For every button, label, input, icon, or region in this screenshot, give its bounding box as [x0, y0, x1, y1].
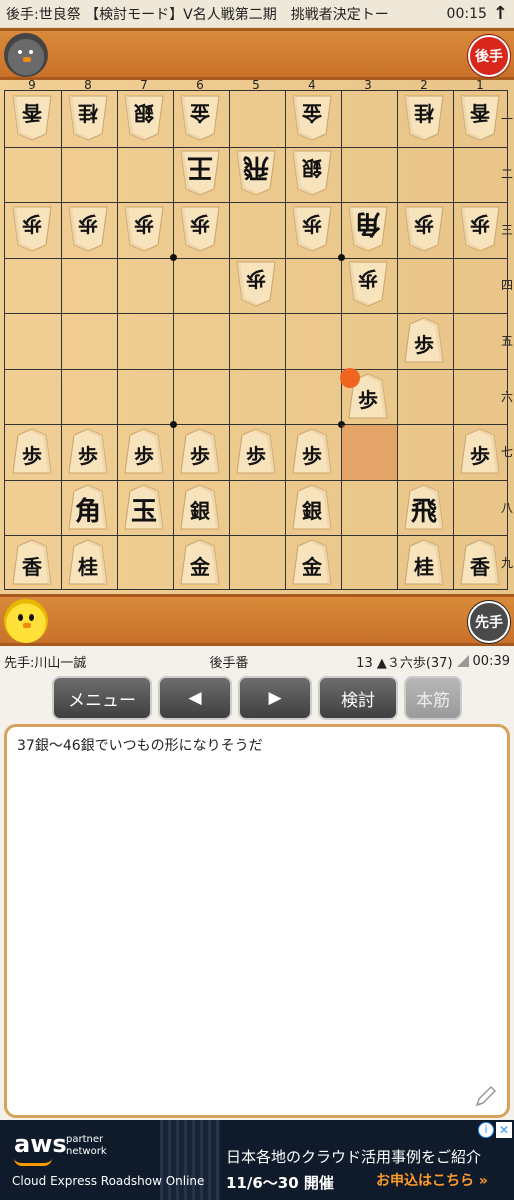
sente-piece[interactable]: 飛: [404, 484, 444, 530]
yellow-chick-icon: [4, 599, 48, 643]
sente-piece[interactable]: 歩: [404, 317, 444, 363]
gote-piece[interactable]: 香: [12, 95, 52, 141]
sente-piece[interactable]: 桂: [68, 539, 108, 585]
sente-piece[interactable]: 香: [12, 539, 52, 585]
gote-player-bar: 後手: [0, 28, 514, 80]
comment-panel[interactable]: 37銀〜46銀でいつもの形になりそうだ: [4, 724, 510, 1118]
gote-piece[interactable]: 歩: [404, 206, 444, 252]
comment-text: 37銀〜46銀でいつもの形になりそうだ: [17, 738, 263, 754]
gote-piece[interactable]: 銀: [292, 150, 332, 196]
last-move-from-square: [342, 425, 397, 480]
gote-piece[interactable]: 歩: [68, 206, 108, 252]
shogi-board[interactable]: 987654321一二三四五六七八九 香桂銀金金桂香王飛銀歩歩歩歩歩角歩歩歩歩歩…: [0, 78, 514, 594]
move-label: 13 ▲３六歩(37): [356, 655, 453, 671]
sente-piece[interactable]: 歩: [460, 428, 500, 474]
sente-piece[interactable]: 歩: [292, 428, 332, 474]
sente-piece[interactable]: 銀: [180, 484, 220, 530]
gote-piece[interactable]: 歩: [180, 206, 220, 252]
info-line: 先手:川山一誠 後手番 13 ▲３六歩(37) 00:39: [0, 650, 514, 672]
status-bar: 後手:世良祭 【検討モード】V名人戦第二期 挑戦者決定トー 00:15 ↑: [0, 0, 514, 28]
sente-piece[interactable]: 歩: [68, 428, 108, 474]
gote-piece[interactable]: 金: [292, 95, 332, 141]
game-title: 後手:世良祭 【検討モード】V名人戦第二期 挑戦者決定トー: [6, 6, 389, 23]
aws-smile-icon: [14, 1158, 52, 1166]
gote-piece[interactable]: 金: [180, 95, 220, 141]
gray-bird-icon: [4, 33, 48, 77]
ad-close-icon[interactable]: ✕: [496, 1122, 512, 1138]
last-move-marker: [340, 367, 360, 388]
sente-piece[interactable]: 桂: [404, 539, 444, 585]
ad-banner[interactable]: aws partner network Cloud Express Roadsho…: [0, 1120, 514, 1200]
sente-piece[interactable]: 歩: [12, 428, 52, 474]
sente-player-bar: 先手: [0, 594, 514, 646]
gote-badge: 後手: [468, 35, 510, 77]
gote-piece[interactable]: 歩: [292, 206, 332, 252]
star-point: [169, 254, 177, 262]
sente-piece[interactable]: 歩: [124, 428, 164, 474]
star-point: [337, 254, 345, 262]
ad-cta-link[interactable]: お申込はこちら »: [376, 1170, 488, 1190]
star-point: [169, 420, 177, 428]
gote-piece[interactable]: 王: [180, 150, 220, 196]
gote-piece[interactable]: 角: [348, 206, 388, 252]
scroll-up-icon[interactable]: ↑: [493, 3, 508, 24]
mainline-button[interactable]: 本筋: [404, 676, 462, 720]
next-move-button[interactable]: ▶: [238, 676, 312, 720]
sente-badge: 先手: [468, 601, 510, 643]
gote-piece[interactable]: 歩: [12, 206, 52, 252]
sente-piece[interactable]: 香: [460, 539, 500, 585]
sente-piece[interactable]: 歩: [236, 428, 276, 474]
ad-event-name: Cloud Express Roadshow Online: [12, 1174, 205, 1188]
gote-piece[interactable]: 歩: [124, 206, 164, 252]
sente-name: 先手:川山一誠: [4, 655, 87, 671]
ad-info-icon[interactable]: i: [478, 1122, 494, 1138]
gote-clock: 00:15: [446, 5, 487, 22]
analyze-button[interactable]: 検討: [318, 676, 398, 720]
ad-decoration: [160, 1120, 220, 1200]
gote-piece[interactable]: 銀: [124, 95, 164, 141]
pencil-icon[interactable]: [473, 1083, 499, 1109]
gote-piece[interactable]: 桂: [68, 95, 108, 141]
sente-piece[interactable]: 歩: [180, 428, 220, 474]
ad-headline: 日本各地のクラウド活用事例をご紹介: [226, 1148, 482, 1166]
prev-move-button[interactable]: ◀: [158, 676, 232, 720]
gote-piece[interactable]: 香: [460, 95, 500, 141]
partner-network-label: partner network: [66, 1134, 107, 1157]
sente-piece[interactable]: 銀: [292, 484, 332, 530]
menu-button[interactable]: メニュー: [52, 676, 152, 720]
toolbar: メニュー ◀ ▶ 検討 本筋: [0, 676, 514, 722]
gote-piece[interactable]: 歩: [348, 261, 388, 307]
sente-piece[interactable]: 玉: [124, 484, 164, 530]
ad-date: 11/6〜30 開催: [226, 1174, 334, 1192]
gote-piece[interactable]: 歩: [236, 261, 276, 307]
sente-piece[interactable]: 金: [180, 539, 220, 585]
gote-piece[interactable]: 歩: [460, 206, 500, 252]
sente-piece[interactable]: 金: [292, 539, 332, 585]
turn-label: 後手番: [209, 655, 249, 671]
gote-piece[interactable]: 桂: [404, 95, 444, 141]
sente-piece[interactable]: 角: [68, 484, 108, 530]
sente-clock: 00:39: [472, 653, 510, 669]
gote-piece[interactable]: 飛: [236, 150, 276, 196]
aws-logo: aws: [14, 1130, 67, 1158]
signal-icon: [456, 655, 469, 667]
